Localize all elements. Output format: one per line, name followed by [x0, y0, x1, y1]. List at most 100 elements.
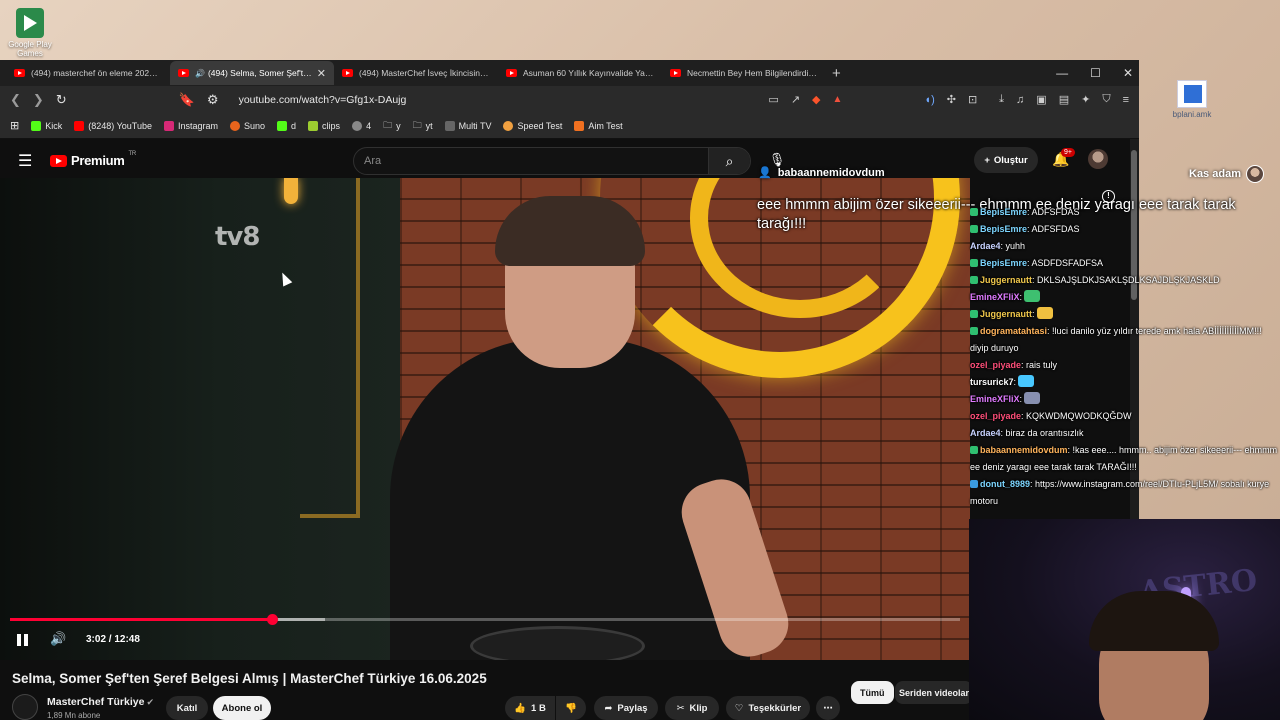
bookmark-item[interactable]: Suno [230, 120, 265, 131]
chat-message: Juggernautt: DKLSAJŞLDKJSAKLŞDLKSAJDLŞKJ… [965, 272, 1280, 289]
close-tab-icon[interactable]: ✕ [317, 67, 326, 80]
bookmark-item[interactable]: (8248) YouTube [74, 120, 152, 131]
desktop-icon-google-play-games[interactable]: Google Play Games [0, 8, 60, 59]
chat-text: : ASDFDSFADFSA [1027, 258, 1104, 268]
bookmark-item[interactable]: Instagram [163, 120, 218, 131]
more-actions-button[interactable]: ⋯ [816, 696, 840, 720]
bookmark-icon[interactable]: 🔖 [179, 92, 195, 108]
browser-tab[interactable]: Necmettin Bey Hem Bilgilendirdi Hem [662, 61, 826, 85]
speedtest-icon [503, 120, 514, 131]
menu-icon[interactable]: ≡ [1123, 94, 1129, 106]
download-icon[interactable]: ⤓ [999, 93, 1004, 106]
bookmark-item[interactable]: clips [308, 120, 341, 131]
new-tab-icon[interactable]: + [832, 65, 841, 82]
search-icon[interactable]: ⌕ [708, 148, 750, 174]
extensions-icon[interactable]: ✣ [947, 93, 956, 106]
youtube-favicon-icon [342, 69, 353, 77]
maximize-icon[interactable]: ☐ [1090, 66, 1101, 80]
screenshot-icon[interactable]: ⊡ [968, 93, 977, 106]
volume-icon[interactable]: 🔊 [50, 631, 66, 647]
thumbs-up-icon: 👍 [514, 702, 527, 714]
chat-badge-icon [970, 446, 978, 454]
address-bar-actions: ▭ ↗ ◆ ▲ ◖) ✣ ⊡ ⤓ ♫ ▣ ▤ ✦ ⛉ ≡ [768, 86, 1129, 113]
reload-icon[interactable]: ↻ [56, 92, 67, 108]
time-display: 3:02 / 12:48 [86, 634, 140, 645]
bookmark-folder[interactable]: 🗀 yt [413, 118, 433, 134]
progress-played [10, 618, 273, 621]
dislike-button[interactable]: 👎 [556, 696, 586, 720]
channel-name[interactable]: MasterChef Türkiye ✔ [47, 696, 154, 708]
tab-title: Necmettin Bey Hem Bilgilendirdi Hem [687, 68, 818, 78]
bookmark-item[interactable]: d [277, 120, 296, 131]
chat-username: donut_8989 [980, 479, 1031, 489]
video-player[interactable]: tv8 🔊 3:02 / 12:48 [0, 178, 970, 660]
clip-button[interactable]: ✂ Klip [665, 696, 719, 720]
bookmark-label: Kick [45, 120, 63, 131]
share-button[interactable]: ➦ Paylaş [594, 696, 658, 720]
bookmark-item[interactable]: Kick [31, 120, 63, 131]
close-window-icon[interactable]: ✕ [1123, 66, 1133, 80]
clips-icon [308, 120, 319, 131]
subscribe-button[interactable]: Abone ol [213, 696, 271, 720]
channel-avatar[interactable] [12, 694, 38, 720]
audio-playing-icon[interactable]: ◖) [924, 94, 934, 106]
vpn-shield-icon[interactable]: ⛉ [1102, 93, 1110, 106]
search-input[interactable] [354, 148, 708, 174]
hamburger-menu-icon[interactable]: ☰ [18, 151, 32, 171]
pause-icon[interactable] [16, 633, 30, 647]
thanks-button[interactable]: ♡ Teşekkürler [726, 696, 810, 720]
youtube-favicon-icon [506, 69, 517, 77]
chip-series-videos[interactable]: Seriden videolar [895, 681, 973, 704]
folder-icon: 🗀 [412, 119, 422, 130]
back-icon[interactable]: ❮ [10, 92, 21, 108]
forward-icon[interactable]: ❯ [33, 92, 44, 108]
url-field[interactable]: youtube.com/watch?v=Gfg1x-DAujg [239, 94, 407, 106]
bookmark-label: clips [322, 120, 341, 131]
cast-icon[interactable]: ▭ [768, 93, 778, 106]
leo-ai-icon[interactable]: ✦ [1081, 93, 1090, 106]
bookmark-item[interactable]: Aim Test [574, 120, 623, 131]
info-icon[interactable]: ! [1102, 190, 1115, 203]
apps-grid-icon[interactable]: ⊞ [10, 119, 19, 132]
tab-title: (494) MasterChef İsveç İkincisine Kap [359, 68, 490, 78]
site-info-icon[interactable]: ⚙ [207, 92, 219, 108]
youtube-premium-logo[interactable]: Premium TR [50, 151, 136, 168]
desktop-icon-file[interactable]: bplani.amk [1162, 80, 1222, 120]
bookmark-item[interactable]: 4 [352, 120, 371, 131]
chip-all[interactable]: Tümü [851, 681, 894, 704]
sidebar-icon[interactable]: ▤ [1059, 93, 1069, 106]
bookmark-item[interactable]: Multi TV [444, 120, 491, 131]
video-title: Selma, Somer Şef'ten Şeref Belgesi Almış… [12, 671, 487, 686]
document-icon [1177, 80, 1207, 108]
like-button[interactable]: 👍 1 B [505, 696, 555, 720]
browser-tab[interactable]: (494) masterchef ön eleme 2025 - Yo [6, 61, 170, 85]
scissors-icon: ✂ [676, 702, 685, 714]
chat-username: BepisEmre [980, 207, 1028, 217]
browser-tab-active[interactable]: 🔊 (494) Selma, Somer Şef'ten Ş ✕ [170, 61, 334, 85]
brave-rewards-icon[interactable]: ▲ [833, 94, 843, 105]
youtube-icon [74, 120, 85, 131]
browser-tab[interactable]: Asuman 60 Yıllık Kayınvalide Yadigar [498, 61, 662, 85]
join-button[interactable]: Katıl [166, 696, 208, 720]
chat-message: babaannemidovdum: !kas eee.... hmmm.. ab… [965, 442, 1280, 476]
speaker-icon[interactable]: 🔊 [195, 69, 205, 78]
chat-emote-icon [1024, 392, 1041, 404]
thumbs-down-icon: 👎 [565, 702, 577, 714]
wallet-icon[interactable]: ▣ [1036, 93, 1046, 106]
google-play-games-icon [16, 8, 44, 38]
bookmark-item[interactable]: Speed Test [503, 120, 562, 131]
music-icon[interactable]: ♫ [1016, 94, 1024, 106]
brave-shields-icon[interactable]: ◆ [812, 93, 820, 106]
progress-bar[interactable] [10, 614, 960, 625]
address-bar: ❮ ❯ ↻ 🔖 ⚙ youtube.com/watch?v=Gfg1x-DAuj… [0, 86, 1139, 113]
channel-watermark: tv8 [215, 222, 260, 252]
account-avatar[interactable] [1088, 149, 1108, 169]
minimize-icon[interactable]: — [1056, 66, 1068, 80]
chat-message: dogramatahtasi: !luci danilo yüz yıldır … [965, 323, 1280, 357]
share-icon[interactable]: ↗ [791, 93, 800, 106]
browser-tab[interactable]: (494) MasterChef İsveç İkincisine Kap [334, 61, 498, 85]
chat-text: : [1019, 292, 1023, 302]
verified-badge-icon: ✔ [146, 697, 154, 707]
create-button[interactable]: + Oluştur [974, 147, 1038, 173]
bookmark-folder[interactable]: 🗀 y [383, 118, 401, 134]
